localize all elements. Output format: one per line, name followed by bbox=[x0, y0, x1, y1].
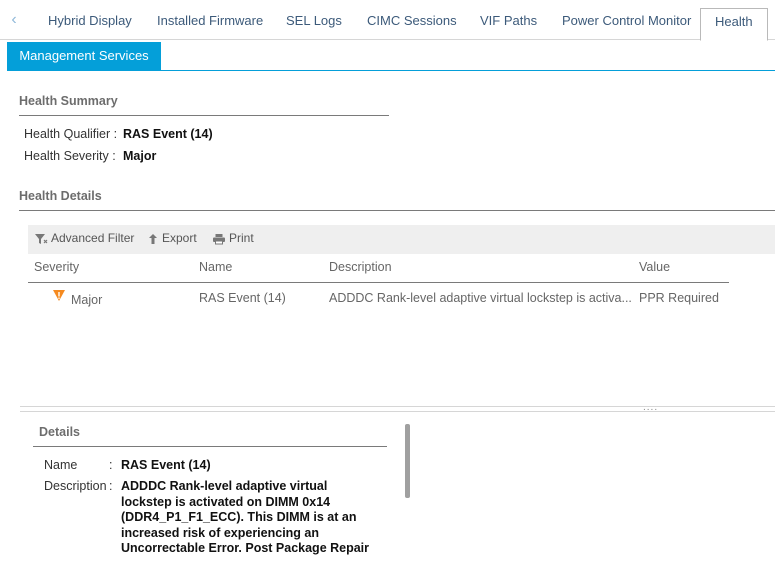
table-header-rule bbox=[28, 282, 729, 283]
details-scrollbar[interactable] bbox=[405, 424, 410, 498]
column-header-name[interactable]: Name bbox=[199, 260, 232, 274]
tab-vif-paths[interactable]: VIF Paths bbox=[480, 0, 537, 39]
health-summary-rule bbox=[19, 115, 389, 116]
table-toolbar: Advanced Filter Export Print bbox=[28, 225, 775, 254]
separator: : bbox=[113, 127, 118, 141]
tab-cimc-sessions[interactable]: CIMC Sessions bbox=[367, 0, 457, 39]
separator: : bbox=[109, 479, 113, 493]
tab-hybrid-display[interactable]: Hybrid Display bbox=[48, 0, 132, 39]
tab-bar: ‹ Hybrid Display Installed Firmware SEL … bbox=[0, 0, 775, 41]
filter-icon bbox=[35, 233, 48, 244]
health-severity-label: Health Severity : bbox=[24, 149, 116, 163]
health-qualifier-label: Health Qualifier : bbox=[24, 127, 118, 141]
export-arrow-icon bbox=[149, 233, 157, 244]
print-button[interactable]: Print bbox=[212, 225, 254, 254]
cell-severity: Major bbox=[71, 293, 103, 307]
export-button[interactable]: Export bbox=[147, 225, 197, 254]
column-header-value[interactable]: Value bbox=[639, 260, 670, 274]
tab-sel-logs[interactable]: SEL Logs bbox=[286, 0, 342, 39]
details-rule bbox=[33, 446, 387, 447]
major-severity-icon bbox=[53, 290, 65, 301]
column-header-severity[interactable]: Severity bbox=[34, 260, 79, 274]
cell-value: PPR Required bbox=[639, 291, 719, 305]
panel-splitter[interactable] bbox=[20, 406, 775, 412]
column-header-description[interactable]: Description bbox=[329, 260, 392, 274]
chevron-left-icon[interactable]: ‹ bbox=[6, 10, 22, 30]
details-description-label: Description bbox=[44, 479, 107, 493]
tab-health[interactable]: Health bbox=[700, 8, 768, 41]
details-title: Details bbox=[39, 425, 80, 439]
splitter-handle[interactable]: .... bbox=[643, 402, 658, 413]
health-severity-value: Major bbox=[123, 149, 157, 163]
printer-icon bbox=[213, 233, 225, 245]
tab-installed-firmware[interactable]: Installed Firmware bbox=[157, 0, 263, 39]
separator: : bbox=[109, 458, 113, 472]
advanced-filter-button[interactable]: Advanced Filter bbox=[34, 225, 134, 254]
cell-name: RAS Event (14) bbox=[199, 291, 286, 305]
health-details-rule bbox=[19, 210, 775, 211]
health-details-title: Health Details bbox=[19, 189, 102, 203]
separator: : bbox=[112, 149, 116, 163]
details-name-value: RAS Event (14) bbox=[121, 458, 211, 472]
details-name-label: Name bbox=[44, 458, 78, 472]
health-summary-title: Health Summary bbox=[19, 94, 118, 108]
tab-power-control-monitor[interactable]: Power Control Monitor bbox=[562, 0, 691, 39]
health-qualifier-value: RAS Event (14) bbox=[123, 127, 213, 141]
details-description-value: ADDDC Rank-level adaptive virtual lockst… bbox=[121, 479, 370, 556]
subtab-management-services[interactable]: Management Services bbox=[7, 42, 161, 71]
cell-description: ADDDC Rank-level adaptive virtual lockst… bbox=[329, 291, 632, 305]
